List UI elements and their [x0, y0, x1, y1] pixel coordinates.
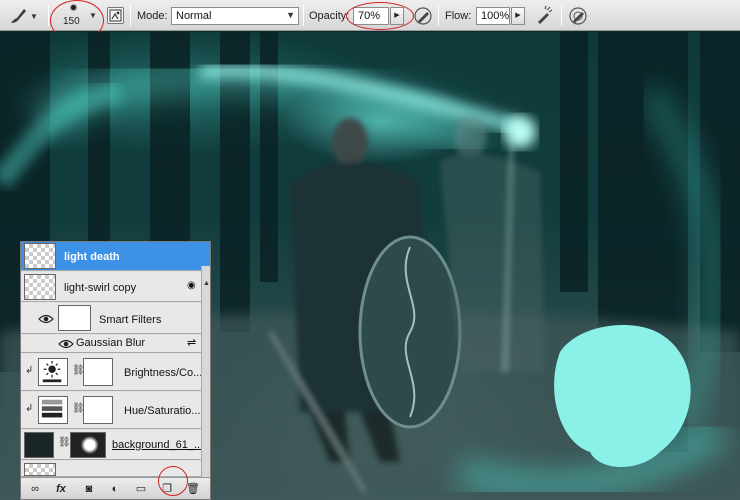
- layer-thumbnail: [24, 243, 56, 269]
- divider: [130, 5, 131, 26]
- divider: [561, 5, 562, 26]
- layer-mask-thumbnail: [83, 396, 113, 424]
- flow-input[interactable]: 100%: [476, 7, 510, 25]
- clipping-arrow-icon: ↲: [25, 403, 34, 414]
- brush-size-value: 150: [63, 16, 80, 27]
- chain-link-icon[interactable]: ⛓: [72, 403, 85, 417]
- eye-icon[interactable]: [38, 313, 54, 325]
- layer-name: light-swirl copy: [64, 282, 137, 294]
- opacity-label: Opacity:: [309, 10, 350, 22]
- layer-name: Gaussian Blur: [76, 337, 146, 349]
- layer-row-gaussian-blur[interactable]: Gaussian Blur ⇌: [21, 335, 210, 353]
- layers-panel: light death light-swirl copy ◉ Smart Fil…: [20, 241, 211, 500]
- divider: [303, 5, 304, 26]
- airbrush-button[interactable]: [533, 5, 555, 27]
- pressure-size-button[interactable]: [567, 5, 589, 27]
- smart-object-thumbnail: [24, 432, 54, 458]
- layer-row-partial[interactable]: [21, 461, 210, 477]
- brush-tool-icon: [11, 9, 26, 23]
- flow-value: 100%: [481, 10, 510, 22]
- layers-scrollbar[interactable]: ▲: [201, 266, 210, 478]
- layer-name: light death: [64, 251, 120, 263]
- pressure-size-icon: [569, 7, 587, 25]
- new-group-icon[interactable]: ▭: [133, 481, 149, 497]
- mode-label: Mode:: [137, 10, 168, 22]
- adjustment-thumbnail: [38, 396, 68, 424]
- pressure-opacity-icon: [414, 7, 432, 25]
- filter-blending-options-icon[interactable]: ⇌: [187, 336, 196, 349]
- chevron-down-icon: ▼: [30, 11, 38, 21]
- clipping-arrow-icon: ↲: [25, 365, 34, 376]
- toggle-brush-panel-button[interactable]: [107, 7, 124, 24]
- layer-mask-thumbnail: [83, 358, 113, 386]
- airbrush-icon: [538, 5, 553, 24]
- layer-thumbnail: [24, 463, 56, 476]
- smart-filter-badge-icon: ◉: [187, 280, 196, 291]
- flow-label: Flow:: [445, 10, 472, 22]
- layer-name: background_61_...: [112, 439, 204, 451]
- layer-row-hue-saturation[interactable]: ↲ ⛓ Hue/Saturatio...: [21, 392, 210, 429]
- pressure-opacity-button[interactable]: [412, 5, 434, 27]
- mode-value: Normal: [176, 10, 212, 22]
- scroll-up-arrow-icon[interactable]: ▲: [203, 280, 210, 287]
- layer-row-background[interactable]: ⛓ background_61_...: [21, 430, 210, 460]
- link-layers-icon[interactable]: ∞: [27, 481, 43, 497]
- fx-icon[interactable]: fx: [53, 481, 69, 497]
- options-bar: ▼ 150 ▼ Mode: Normal ▼ Opacity: 70% ▶ Fl…: [0, 0, 740, 41]
- trash-icon[interactable]: 🗑: [185, 481, 201, 497]
- smart-object-thumbnail: [24, 274, 56, 300]
- divider: [438, 5, 439, 26]
- chevron-down-icon: ▼: [89, 11, 97, 20]
- layer-name: Hue/Saturatio...: [124, 405, 201, 417]
- chain-link-icon[interactable]: ⛓: [58, 437, 71, 451]
- divider: [48, 5, 49, 26]
- brush-panel-toggle-icon: [109, 9, 122, 22]
- layer-name: Smart Filters: [99, 314, 162, 326]
- brush-tip-icon: [71, 5, 76, 10]
- opacity-value: 70%: [358, 10, 381, 22]
- adjustment-layer-icon[interactable]: ◐: [107, 481, 123, 497]
- layer-row-brightness-contrast[interactable]: ↲ ⛓ Brightness/Co...: [21, 354, 210, 391]
- mode-select[interactable]: Normal ▼: [171, 7, 299, 25]
- layer-row-smart-filters[interactable]: Smart Filters: [21, 303, 210, 334]
- flow-slider-button[interactable]: ▶: [511, 7, 525, 25]
- opacity-slider-button[interactable]: ▶: [390, 7, 404, 25]
- hue-saturation-icon: [41, 399, 63, 418]
- filter-mask-thumbnail: [58, 305, 91, 331]
- chain-link-icon[interactable]: ⛓: [72, 365, 85, 379]
- brightness-icon: [42, 360, 62, 383]
- layer-row-light-death[interactable]: light death: [21, 242, 210, 271]
- tool-preset-picker[interactable]: ▼: [8, 6, 42, 26]
- layer-name: Brightness/Co...: [124, 367, 203, 379]
- layer-mask-icon[interactable]: ◙: [81, 481, 97, 497]
- layer-row-light-swirl-copy[interactable]: light-swirl copy ◉: [21, 272, 210, 302]
- opacity-input[interactable]: 70%: [353, 7, 389, 25]
- eye-icon[interactable]: [58, 338, 74, 350]
- layer-mask-thumbnail: [70, 432, 106, 458]
- brush-preset-picker[interactable]: 150 ▼: [55, 3, 103, 29]
- new-layer-icon[interactable]: ❐: [159, 481, 175, 497]
- layers-panel-footer: ∞ fx ◙ ◐ ▭ ❐ 🗑: [21, 477, 210, 499]
- chevron-down-icon: ▼: [286, 10, 295, 20]
- adjustment-thumbnail: [38, 358, 68, 386]
